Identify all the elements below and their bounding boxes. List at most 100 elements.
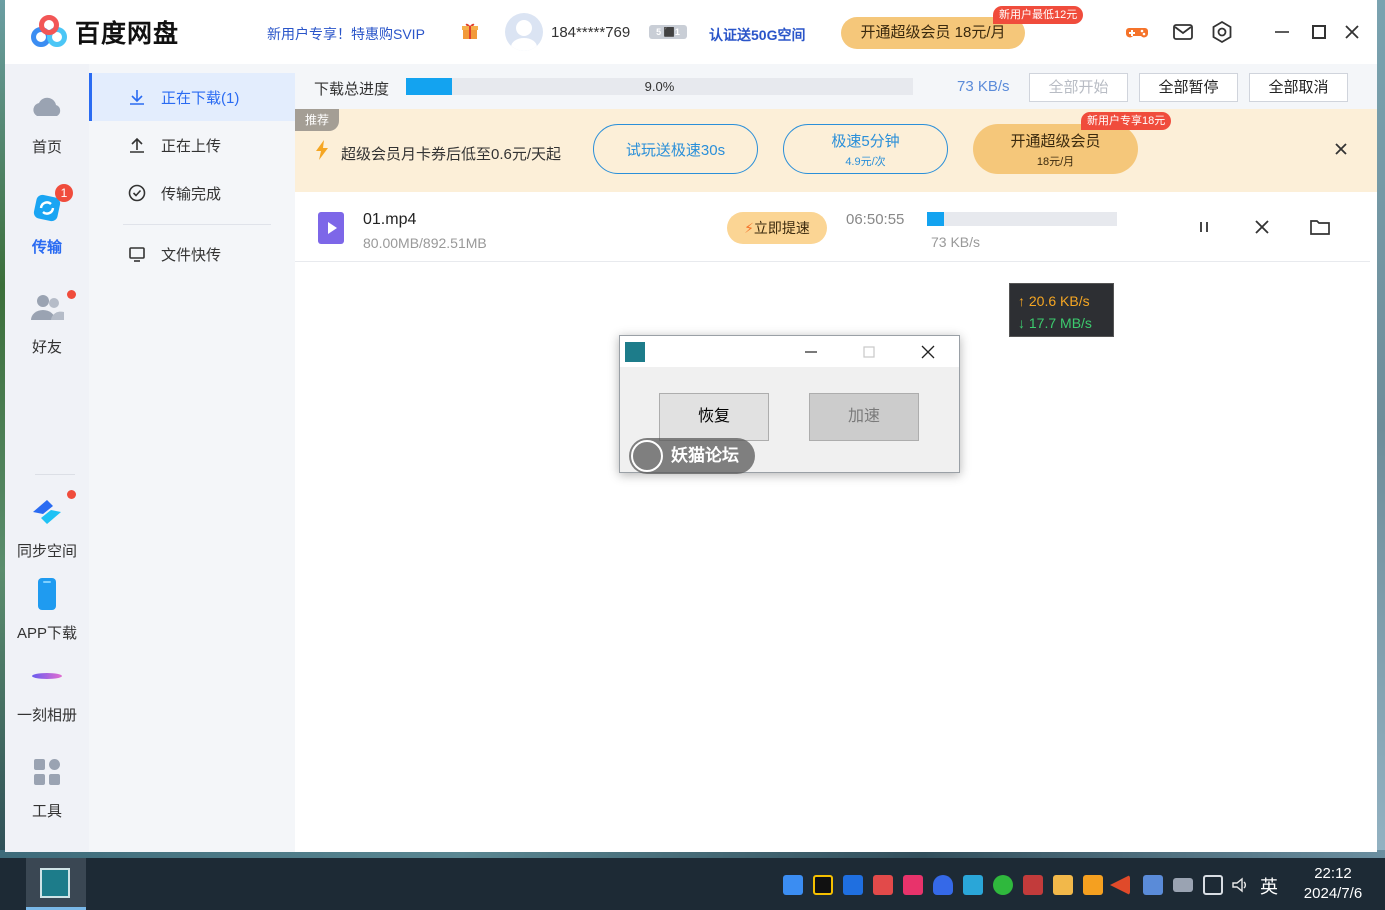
monitor-icon (129, 247, 145, 262)
cancel-all-button[interactable]: 全部取消 (1249, 73, 1348, 102)
tray-netdisk-icon[interactable] (783, 875, 803, 895)
tray-k-icon[interactable] (903, 875, 923, 895)
trial-speed-label: 试玩送极速30s (625, 141, 726, 159)
fast-5min-price: 4.9元/次 (845, 155, 886, 168)
verify-space-link[interactable]: 认证送50G空间 (709, 25, 805, 45)
network-speed-widget[interactable]: ↑ 20.6 KB/s ↓ 17.7 MB/s (1009, 283, 1114, 337)
dialog-title-bar (620, 336, 959, 367)
subnav-label: 文件快传 (161, 246, 222, 264)
dialog-maximize-icon[interactable] (858, 341, 880, 363)
boost-now-button[interactable]: ⚡立即提速 (727, 212, 827, 244)
download-item-row: 01.mp4 80.00MB/892.51MB ⚡立即提速 06:50:55 7… (295, 192, 1370, 262)
dialog-close-icon[interactable] (917, 341, 939, 363)
nav-item-transfer[interactable]: 1 传输 (5, 184, 89, 257)
cancel-download-icon[interactable] (1251, 216, 1273, 238)
transfer-count-badge: 1 (55, 184, 73, 202)
taskbar-clock[interactable]: 22:12 2024/7/6 (1298, 864, 1368, 904)
banner-text: 超级会员月卡券后低至0.6元/天起 (341, 146, 562, 163)
album-icon (32, 673, 62, 679)
maximize-icon[interactable] (1305, 18, 1333, 46)
desktop-background-right (1377, 0, 1385, 856)
game-controller-icon[interactable] (1125, 20, 1149, 44)
tray-cube-icon[interactable] (843, 875, 863, 895)
start-all-button[interactable]: 全部开始 (1029, 73, 1128, 102)
file-progress-fill (927, 212, 945, 226)
banner-close-icon[interactable] (1331, 139, 1351, 159)
sync-space-icon (33, 500, 61, 524)
user-avatar[interactable] (505, 13, 543, 51)
nav-item-home[interactable]: 首页 (5, 90, 89, 157)
nav-item-label: 首页 (31, 139, 62, 156)
subnav-uploading[interactable]: 正在上传 (89, 121, 295, 169)
subnav-downloading[interactable]: 正在下载(1) (89, 73, 295, 121)
close-icon[interactable] (1338, 18, 1366, 46)
friends-icon (31, 295, 64, 320)
subnav-completed[interactable]: 传输完成 (89, 169, 295, 217)
accelerate-button[interactable]: 加速 (809, 393, 919, 441)
subnav-label: 正在上传 (161, 137, 222, 155)
app-logo: 百度网盘 (29, 14, 179, 50)
tray-network-icon[interactable] (1203, 875, 1223, 895)
file-name: 01.mp4 (363, 211, 417, 228)
helper-app-icon (624, 341, 646, 363)
dialog-minimize-icon[interactable] (800, 341, 822, 363)
banner-vip-button[interactable]: 开通超级会员 18元/月 (973, 124, 1138, 174)
tray-cloud-icon[interactable] (933, 875, 953, 895)
nav-item-friends[interactable]: 好友 (5, 290, 89, 357)
tray-megaphone-icon[interactable] (1110, 875, 1130, 895)
nav-item-app-download[interactable]: APP下载 (5, 576, 89, 643)
tray-yun-icon[interactable] (963, 875, 983, 895)
primary-sidebar: 首页 1 传输 好友 同步空间 APP下载 一刻相册 工具 (5, 64, 89, 852)
title-bar: 百度网盘 新用户专享！特惠购SVIP 184*****769 5 ⬛1 认证送5… (5, 0, 1377, 64)
total-progress-row: 下载总进度 9.0% 73 KB/s 全部开始 全部暂停 全部取消 (295, 64, 1377, 109)
tray-wechat-icon[interactable] (993, 875, 1013, 895)
subnav-divider (123, 224, 271, 225)
tray-battery-icon[interactable] (1173, 878, 1193, 892)
folder-icon[interactable] (1309, 216, 1331, 238)
clock-time: 22:12 (1314, 865, 1352, 882)
subnav-file-transfer[interactable]: 文件快传 (89, 230, 295, 278)
boost-bolt-icon: ⚡ (744, 220, 754, 236)
banner-new-user-tag: 新用户专享18元 (1081, 112, 1172, 130)
banner-vip-price: 18元/月 (1036, 155, 1075, 168)
helper-dialog: 恢复 加速 妖猫论坛 (619, 335, 960, 474)
nav-item-tools[interactable]: 工具 (5, 754, 89, 821)
nav-item-sync-space[interactable]: 同步空间 (5, 490, 89, 561)
boost-label: 立即提速 (753, 220, 810, 236)
nav-item-label: APP下载 (16, 625, 77, 642)
lightning-icon (316, 140, 328, 160)
tray-folder-icon[interactable] (1053, 875, 1073, 895)
fast-5min-button[interactable]: 极速5分钟 4.9元/次 (783, 124, 948, 174)
mail-icon[interactable] (1171, 20, 1195, 44)
input-method-indicator[interactable]: 英 (1260, 873, 1278, 899)
watermark-logo-icon (631, 440, 663, 472)
tray-monitor-icon[interactable] (1023, 875, 1043, 895)
download-icon (130, 90, 144, 105)
svip-promo-link[interactable]: 新用户专享！特惠购SVIP (267, 24, 425, 44)
tray-display-icon[interactable] (1143, 875, 1163, 895)
settings-icon[interactable] (1210, 20, 1234, 44)
minimize-icon[interactable] (1268, 18, 1296, 46)
total-speed: 73 KB/s (957, 78, 1010, 95)
vip-level-badge: 5 ⬛1 (649, 25, 687, 39)
tray-volume-icon[interactable] (1230, 875, 1250, 895)
app-name: 百度网盘 (75, 20, 180, 48)
tray-qq-icon[interactable] (813, 875, 833, 895)
tray-video-icon[interactable] (873, 875, 893, 895)
promo-banner: 推荐 超级会员月卡券后低至0.6元/天起 试玩送极速30s 极速5分钟 4.9元… (295, 109, 1377, 192)
sync-notification-dot (67, 490, 76, 499)
pause-all-button[interactable]: 全部暂停 (1139, 73, 1238, 102)
watermark-text: 妖猫论坛 (671, 446, 739, 465)
subnav-label: 传输完成 (161, 185, 222, 203)
gift-icon[interactable] (461, 22, 479, 40)
subnav-label: 正在下载(1) (161, 89, 240, 107)
pause-icon[interactable] (1193, 216, 1215, 238)
banner-vip-label: 开通超级会员 (1010, 132, 1101, 150)
tray-shield-icon[interactable] (1083, 875, 1103, 895)
nav-divider (35, 474, 75, 475)
taskbar-helper-app[interactable] (26, 858, 86, 910)
trial-speed-button[interactable]: 试玩送极速30s (593, 124, 758, 174)
resume-button[interactable]: 恢复 (659, 393, 769, 441)
nav-item-album[interactable]: 一刻相册 (5, 658, 89, 725)
username[interactable]: 184*****769 (551, 24, 630, 41)
